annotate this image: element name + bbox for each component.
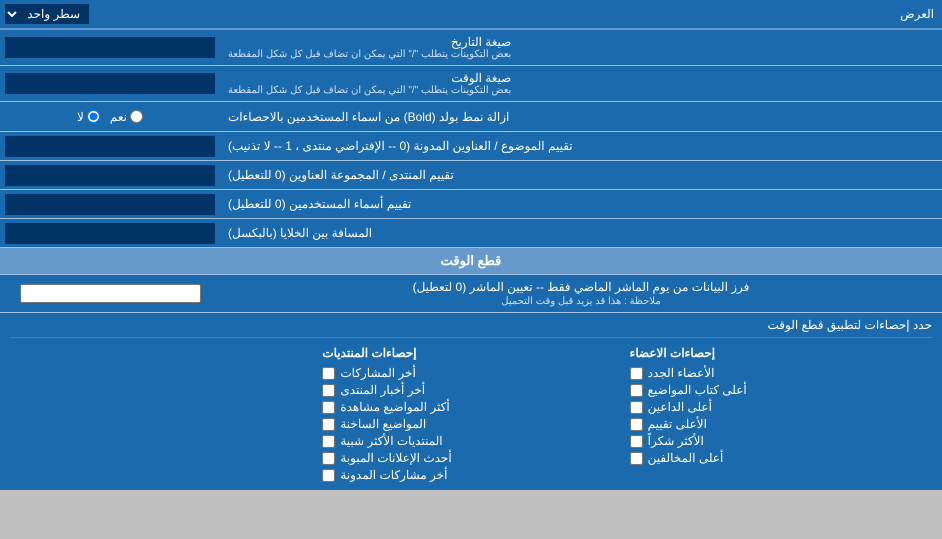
users-limit-input[interactable]: 0 bbox=[5, 194, 215, 215]
checkbox-top-callers-input[interactable] bbox=[630, 401, 643, 414]
forum-limit-row: تقييم المنتدى / المجموعة العناوين (0 للت… bbox=[0, 161, 942, 190]
checkbox-last-blog-posts-input[interactable] bbox=[322, 469, 335, 482]
cell-spacing-input[interactable]: 2 bbox=[5, 223, 215, 244]
checkbox-last-posts: أخر المشاركات bbox=[322, 366, 619, 380]
topics-limit-input[interactable]: 33 bbox=[5, 136, 215, 157]
checkbox-last-news: أخر أخبار المنتدى bbox=[322, 383, 619, 397]
checkbox-most-like-forums: المنتديات الأكثر شبية bbox=[322, 434, 619, 448]
apply-label-row: حدد إحصاءات لتطبيق قطع الوقت bbox=[10, 318, 932, 338]
time-format-input-area: H:i bbox=[0, 66, 220, 101]
cutoff-section-header: قطع الوقت bbox=[0, 248, 942, 275]
date-format-label: صيغة التاريخ بعض التكوينات يتطلب "/" الت… bbox=[220, 30, 942, 65]
checkbox-most-like-forums-input[interactable] bbox=[322, 435, 335, 448]
apply-label: حدد إحصاءات لتطبيق قطع الوقت bbox=[10, 318, 932, 332]
checkboxes-container: حدد إحصاءات لتطبيق قطع الوقت إحصاءات الا… bbox=[0, 313, 942, 490]
cell-spacing-label: المسافة بين الخلايا (بالبكسل) bbox=[220, 219, 942, 247]
date-format-row: صيغة التاريخ بعض التكوينات يتطلب "/" الت… bbox=[0, 30, 942, 66]
checkbox-last-posts-input[interactable] bbox=[322, 367, 335, 380]
time-format-input[interactable]: H:i bbox=[5, 73, 215, 94]
cutoff-input[interactable]: 0 bbox=[20, 284, 201, 303]
bold-remove-row: ازالة نمط بولد (Bold) من اسماء المستخدمي… bbox=[0, 102, 942, 132]
checkboxes-grid: إحصاءات الاعضاء الأعضاء الجدد أعلى كتاب … bbox=[10, 343, 932, 485]
checkbox-last-news-input[interactable] bbox=[322, 384, 335, 397]
checkbox-hot-topics-input[interactable] bbox=[322, 418, 335, 431]
col2-header: إحصاءات المنتديات bbox=[322, 346, 619, 360]
topics-limit-label: تقييم الموضوع / العناوين المدونة (0 -- ا… bbox=[220, 132, 942, 160]
checkbox-new-members-input[interactable] bbox=[630, 367, 643, 380]
checkbox-most-thanks: الأكثر شكراً bbox=[630, 434, 927, 448]
checkbox-most-viewed-input[interactable] bbox=[322, 401, 335, 414]
checkbox-hot-topics: المواضيع الساخنة bbox=[322, 417, 619, 431]
cutoff-row: فرز البيانات من يوم الماشر الماضي فقط --… bbox=[0, 275, 942, 313]
checkbox-most-thanks-input[interactable] bbox=[630, 435, 643, 448]
checkbox-top-callers: أعلى الداعين bbox=[630, 400, 927, 414]
checkbox-top-topic-writers: أعلى كتاب المواضيع bbox=[630, 383, 927, 397]
bold-remove-yes-radio[interactable] bbox=[130, 110, 143, 123]
checkbox-latest-classifieds-input[interactable] bbox=[322, 452, 335, 465]
checkbox-top-rated-input[interactable] bbox=[630, 418, 643, 431]
checkbox-col-empty bbox=[10, 343, 317, 485]
checkbox-new-members: الأعضاء الجدد bbox=[630, 366, 927, 380]
time-format-label: صيغة الوقت بعض التكوينات يتطلب "/" التي … bbox=[220, 66, 942, 101]
bold-remove-no-label: لا bbox=[77, 110, 100, 124]
checkbox-top-rated: الأعلى تقييم bbox=[630, 417, 927, 431]
cell-spacing-input-area: 2 bbox=[0, 219, 220, 247]
users-limit-row: تقييم أسماء المستخدمين (0 للتعطيل) 0 bbox=[0, 190, 942, 219]
top-select-area: سطر واحد سطرين ثلاثة أسطر bbox=[0, 1, 220, 27]
checkbox-col-members: إحصاءات الاعضاء الأعضاء الجدد أعلى كتاب … bbox=[625, 343, 932, 485]
top-label: العرض bbox=[220, 2, 942, 26]
checkbox-last-blog-posts: أخر مشاركات المدونة bbox=[322, 468, 619, 482]
bold-remove-yes-label: نعم bbox=[110, 110, 143, 124]
forum-limit-label: تقييم المنتدى / المجموعة العناوين (0 للت… bbox=[220, 161, 942, 189]
users-limit-label: تقييم أسماء المستخدمين (0 للتعطيل) bbox=[220, 190, 942, 218]
checkbox-top-topic-writers-input[interactable] bbox=[630, 384, 643, 397]
forum-limit-input[interactable]: 33 bbox=[5, 165, 215, 186]
topics-limit-input-area: 33 bbox=[0, 132, 220, 160]
bold-remove-no-radio[interactable] bbox=[87, 110, 100, 123]
time-format-row: صيغة الوقت بعض التكوينات يتطلب "/" التي … bbox=[0, 66, 942, 102]
bold-remove-radios: نعم لا bbox=[0, 107, 220, 127]
date-format-input[interactable]: d-m bbox=[5, 37, 215, 58]
col1-header: إحصاءات الاعضاء bbox=[630, 346, 927, 360]
cutoff-input-area: 0 bbox=[0, 275, 220, 312]
checkbox-col-forums: إحصاءات المنتديات أخر المشاركات أخر أخبا… bbox=[317, 343, 624, 485]
top-row: العرض سطر واحد سطرين ثلاثة أسطر bbox=[0, 0, 942, 30]
checkbox-top-violators: أعلى المخالفين bbox=[630, 451, 927, 465]
date-format-input-area: d-m bbox=[0, 30, 220, 65]
cell-spacing-row: المسافة بين الخلايا (بالبكسل) 2 bbox=[0, 219, 942, 248]
checkbox-latest-classifieds: أحدث الإعلانات المبوبة bbox=[322, 451, 619, 465]
forum-limit-input-area: 33 bbox=[0, 161, 220, 189]
users-limit-input-area: 0 bbox=[0, 190, 220, 218]
top-select[interactable]: سطر واحد سطرين ثلاثة أسطر bbox=[5, 4, 89, 24]
bold-remove-label: ازالة نمط بولد (Bold) من اسماء المستخدمي… bbox=[220, 105, 942, 129]
checkbox-top-violators-input[interactable] bbox=[630, 452, 643, 465]
cutoff-label: فرز البيانات من يوم الماشر الماضي فقط --… bbox=[220, 275, 942, 312]
checkbox-most-viewed: أكثر المواضيع مشاهدة bbox=[322, 400, 619, 414]
topics-limit-row: تقييم الموضوع / العناوين المدونة (0 -- ا… bbox=[0, 132, 942, 161]
